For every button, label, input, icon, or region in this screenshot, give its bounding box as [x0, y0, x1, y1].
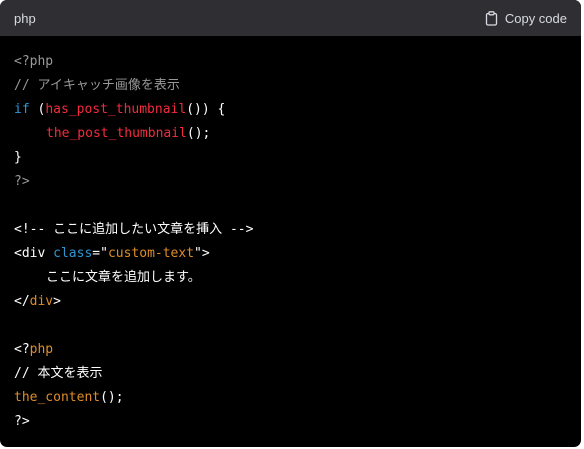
- code-punctuation: ();: [100, 390, 124, 405]
- function-name: has_post_thumbnail: [45, 102, 187, 117]
- html-tag-name: div: [29, 294, 54, 309]
- php-keyword: php: [29, 342, 54, 357]
- function-name: the_content: [14, 390, 101, 405]
- code-line: ここに文章を追加します。: [14, 266, 567, 290]
- code-line: <?php: [14, 50, 567, 74]
- php-open-tag: <?php: [14, 54, 54, 69]
- code-line: <div class="custom-text">: [14, 242, 567, 266]
- code-line: if (has_post_thumbnail()) {: [14, 98, 567, 122]
- attribute-value: custom-text: [107, 246, 195, 261]
- code-line: <?php: [14, 338, 567, 362]
- code-punctuation: =": [92, 246, 108, 261]
- code-line: // 本文を表示: [14, 362, 567, 386]
- function-name: the_post_thumbnail: [46, 126, 187, 141]
- code-line: ?>: [14, 170, 567, 194]
- code-line: the_content();: [14, 386, 567, 410]
- code-punctuation: ();: [186, 126, 211, 141]
- code-line: ?>: [14, 410, 567, 434]
- code-punctuation: </: [14, 294, 30, 309]
- code-line: <!-- ここに追加したい文章を挿入 -->: [14, 218, 567, 242]
- code-line: </div>: [14, 290, 567, 314]
- php-close-tag: ?>: [14, 414, 30, 429]
- code-punctuation: ">: [194, 246, 210, 261]
- language-label: php: [14, 10, 36, 26]
- keyword-if: if: [14, 102, 30, 117]
- code-header: php Copy code: [0, 0, 581, 36]
- code-punctuation: (: [29, 102, 46, 117]
- code-punctuation: >: [53, 294, 61, 309]
- html-tag-open: <div: [14, 246, 54, 261]
- copy-code-label: Copy code: [504, 10, 567, 26]
- code-block: php Copy code <?php // アイキャッチ画像を表示 if (h…: [0, 0, 581, 447]
- html-attribute: class: [53, 246, 93, 261]
- php-close-tag: ?>: [14, 174, 30, 189]
- code-punctuation: ()) {: [186, 102, 226, 117]
- code-content[interactable]: <?php // アイキャッチ画像を表示 if (has_post_thumbn…: [0, 36, 581, 434]
- code-comment: // 本文を表示: [14, 366, 103, 381]
- clipboard-icon: [485, 10, 498, 26]
- code-punctuation: }: [14, 150, 22, 165]
- code-comment: // アイキャッチ画像を表示: [14, 78, 180, 93]
- html-comment: <!-- ここに追加したい文章を挿入 -->: [14, 222, 254, 237]
- code-line: // アイキャッチ画像を表示: [14, 74, 567, 98]
- code-line: }: [14, 146, 567, 170]
- php-open-tag: <?: [14, 342, 30, 357]
- html-text: ここに文章を追加します。: [46, 270, 201, 285]
- code-line: the_post_thumbnail();: [14, 122, 567, 146]
- copy-code-button[interactable]: Copy code: [485, 11, 567, 26]
